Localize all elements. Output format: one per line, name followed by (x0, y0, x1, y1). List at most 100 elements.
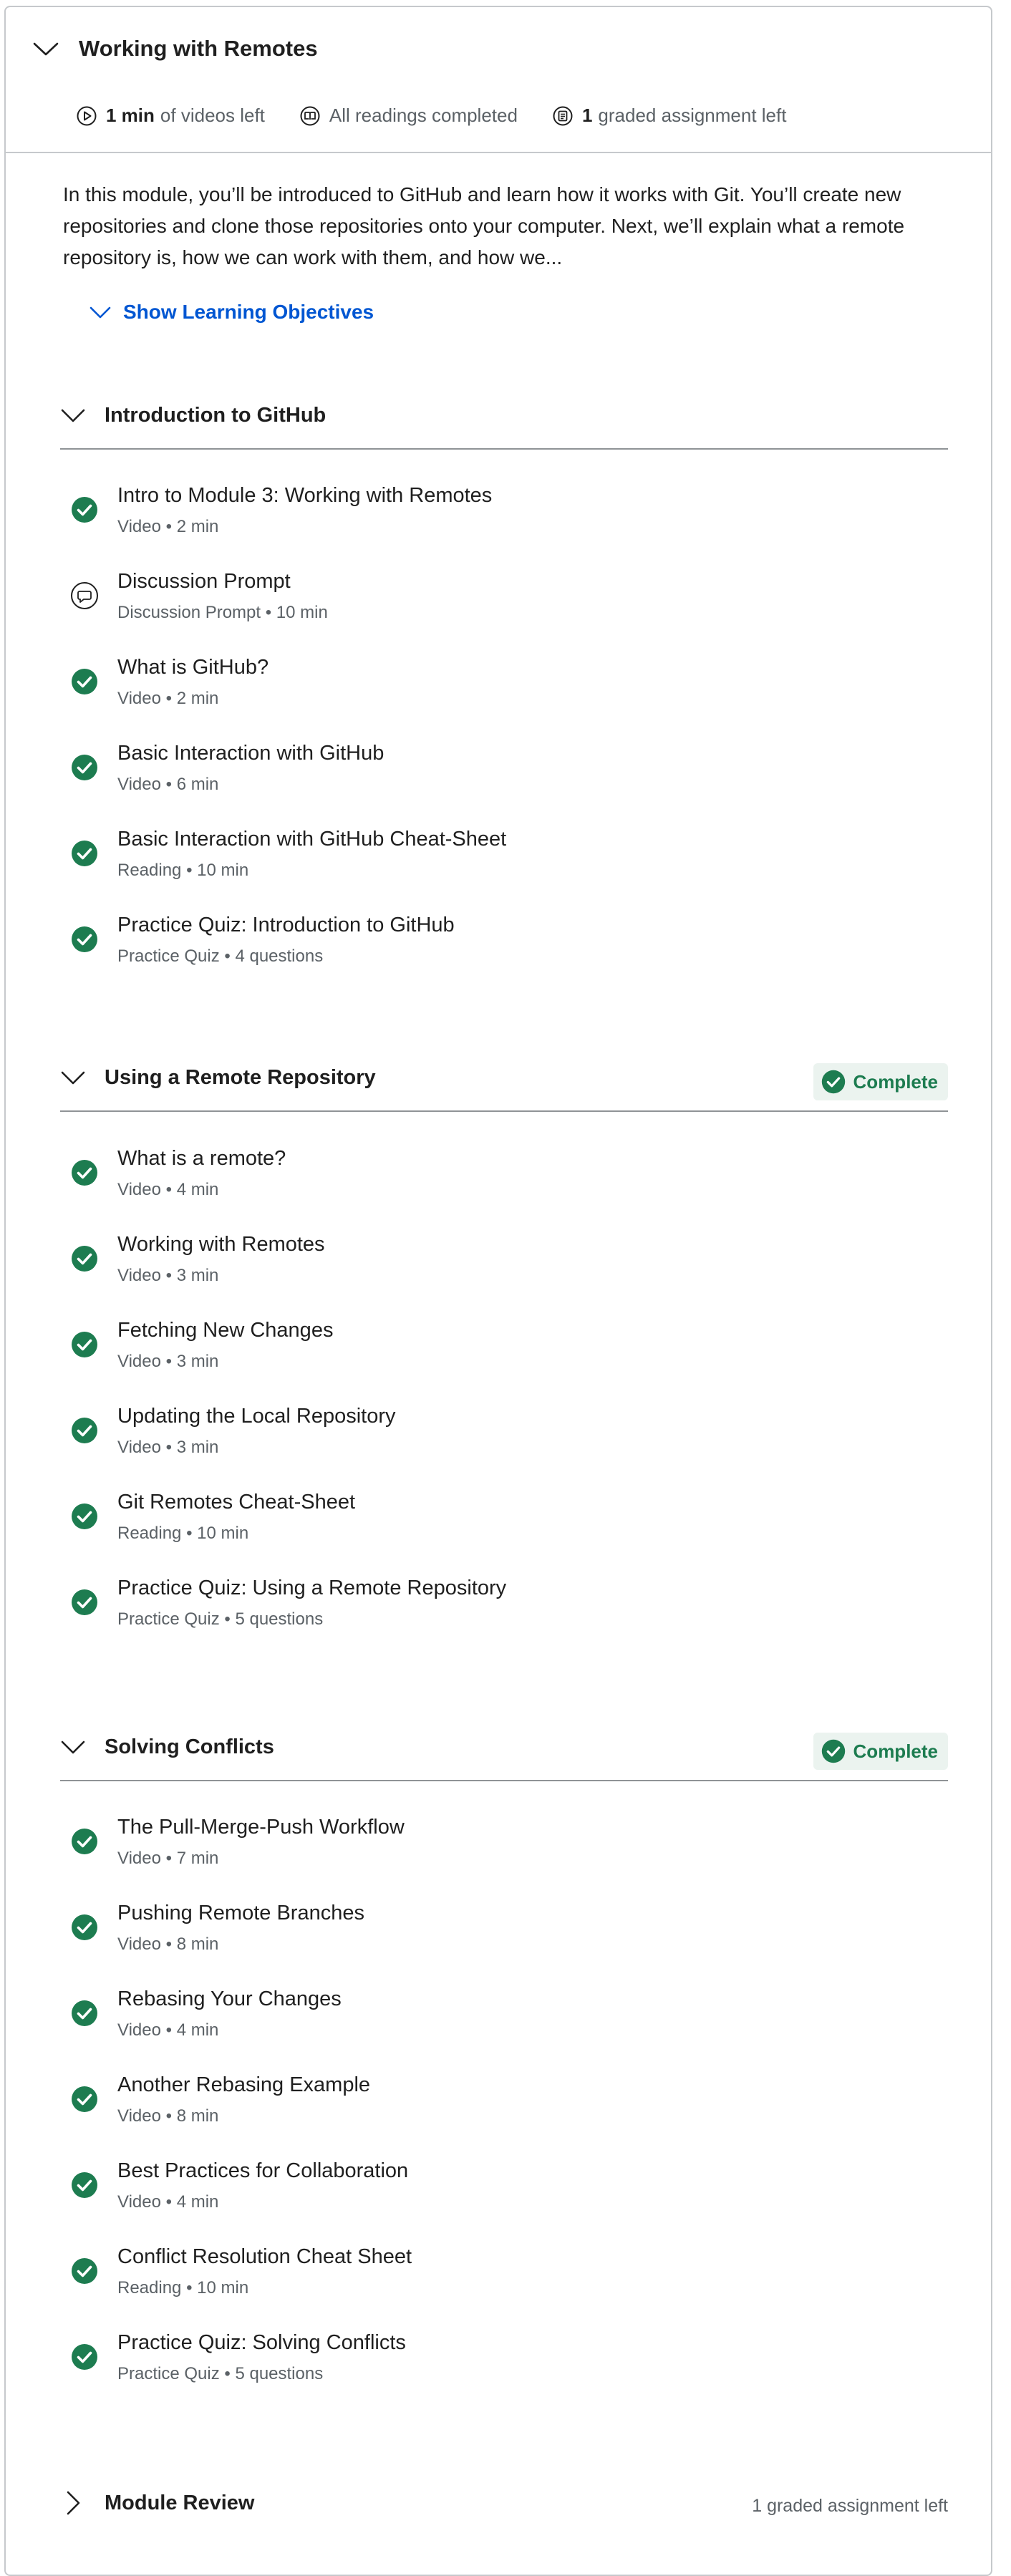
item-meta: Video • 3 min (117, 1352, 219, 1371)
item-meta: Reading • 10 min (117, 1524, 249, 1543)
assignment-circle-icon (553, 106, 573, 125)
list-item[interactable]: Pushing Remote Branches Video • 8 min (70, 1899, 929, 1977)
item-meta: Video • 3 min (117, 1438, 219, 1457)
stat-videos-text: of videos left (160, 105, 265, 126)
section-header[interactable]: Introduction to GitHub (60, 387, 948, 450)
list-item[interactable]: What is GitHub? Video • 2 min (70, 653, 929, 732)
list-item[interactable]: Another Rebasing Example Video • 8 min (70, 2071, 929, 2149)
check-circle-icon (72, 1589, 97, 1615)
item-meta: Video • 3 min (117, 1266, 219, 1285)
chevron-down-icon (61, 409, 85, 422)
stat-videos-value: 1 min (106, 105, 155, 126)
item-title: Another Rebasing Example (117, 2073, 371, 2096)
section-complete-badge: Complete (813, 1733, 948, 1770)
item-meta: Practice Quiz • 5 questions (117, 1609, 324, 1629)
module-card: Working with Remotes 1 min of videos lef… (4, 6, 992, 2576)
check-circle-icon (821, 1739, 845, 1763)
play-circle-icon (77, 106, 97, 125)
list-item[interactable]: Fetching New Changes Video • 3 min (70, 1316, 929, 1395)
item-title: Basic Interaction with GitHub (117, 742, 384, 765)
list-item[interactable]: Practice Quiz: Introduction to GitHub Pra… (70, 911, 929, 989)
item-meta: Video • 6 min (117, 775, 219, 794)
item-meta: Video • 8 min (117, 2106, 219, 2126)
section-toggle[interactable]: Introduction to GitHub (60, 402, 326, 428)
module-header[interactable]: Working with Remotes 1 min of videos lef… (6, 7, 991, 153)
review-assignment-status: 1 graded assignment left (752, 2496, 948, 2516)
stat-graded-value: 1 (581, 105, 593, 126)
discussion-icon (71, 582, 98, 609)
module-title: Working with Remotes (79, 36, 318, 61)
check-circle-icon (72, 926, 97, 952)
list-item[interactable]: Updating the Local Repository Video • 3 m… (70, 1402, 929, 1481)
item-title: Working with Remotes (117, 1233, 325, 1256)
badge-label: Complete (853, 1740, 938, 1762)
check-circle-icon (72, 755, 97, 780)
item-meta: Video • 2 min (117, 689, 219, 708)
item-title: Practice Quiz: Solving Conflicts (117, 2331, 406, 2354)
check-circle-icon (72, 1418, 97, 1443)
section-toggle[interactable]: Module Review (60, 2490, 255, 2516)
check-circle-icon (72, 2344, 97, 2370)
item-title: Intro to Module 3: Working with Remotes (117, 484, 493, 507)
check-circle-icon (72, 841, 97, 866)
item-meta: Video • 2 min (117, 517, 219, 536)
item-title: Fetching New Changes (117, 1319, 334, 1342)
item-title: Basic Interaction with GitHub Cheat-Shee… (117, 828, 507, 851)
list-item[interactable]: Git Remotes Cheat-Sheet Reading • 10 min (70, 1488, 929, 1567)
item-title: Best Practices for Collaboration (117, 2159, 409, 2182)
list-item[interactable]: The Pull-Merge-Push Workflow Video • 7 mi… (70, 1813, 929, 1892)
section-toggle[interactable]: Solving Conflicts (60, 1734, 274, 1760)
list-item[interactable]: Basic Interaction with GitHub Cheat-Shee… (70, 825, 929, 904)
list-item[interactable]: Intro to Module 3: Working with Remotes V… (70, 481, 929, 560)
check-circle-icon (72, 1914, 97, 1940)
item-title: Rebasing Your Changes (117, 1987, 342, 2010)
list-item[interactable]: Practice Quiz: Solving Conflicts Practice… (70, 2328, 929, 2407)
section-module-review[interactable]: Module Review 1 graded assignment left (60, 2483, 948, 2526)
book-circle-icon (300, 106, 320, 125)
item-meta: Practice Quiz • 5 questions (117, 2364, 324, 2383)
item-meta: Video • 4 min (117, 2020, 219, 2040)
list-item[interactable]: Rebasing Your Changes Video • 4 min (70, 1985, 929, 2063)
chevron-down-icon (61, 1740, 85, 1754)
item-title: Discussion Prompt (117, 570, 291, 593)
list-item[interactable]: What is a remote? Video • 4 min (70, 1144, 929, 1223)
stat-readings-text: All readings completed (329, 105, 518, 126)
list-item[interactable]: Conflict Resolution Cheat Sheet Reading •… (70, 2242, 929, 2321)
list-item[interactable]: Discussion Prompt Discussion Prompt • 10 … (70, 567, 929, 646)
section-title: Solving Conflicts (105, 1735, 274, 1758)
chevron-down-icon (61, 1071, 85, 1085)
show-learning-objectives-button[interactable]: Show Learning Objectives (89, 301, 374, 324)
chevron-right-icon (67, 2491, 80, 2515)
item-title: Practice Quiz: Using a Remote Repository (117, 1577, 507, 1599)
item-title: The Pull-Merge-Push Workflow (117, 1816, 405, 1839)
check-circle-icon (72, 497, 97, 523)
item-meta: Practice Quiz • 4 questions (117, 946, 324, 966)
stat-videos: 1 min of videos left (76, 105, 265, 127)
section-title: Using a Remote Repository (105, 1065, 376, 1089)
item-meta: Video • 8 min (117, 1935, 219, 1954)
section-toggle[interactable]: Using a Remote Repository (60, 1065, 376, 1090)
section-header[interactable]: Solving Conflicts Complete (60, 1718, 948, 1781)
badge-label: Complete (853, 1070, 938, 1093)
item-title: Updating the Local Repository (117, 1405, 396, 1428)
item-meta: Video • 4 min (117, 1180, 219, 1199)
item-meta: Reading • 10 min (117, 2278, 249, 2297)
module-title-row[interactable]: Working with Remotes (32, 34, 318, 63)
chevron-down-icon (33, 42, 59, 56)
list-item[interactable]: Basic Interaction with GitHub Video • 6 m… (70, 739, 929, 818)
list-item[interactable]: Best Practices for Collaboration Video • … (70, 2156, 929, 2235)
check-circle-icon (72, 1504, 97, 1529)
list-item[interactable]: Practice Quiz: Using a Remote Repository… (70, 1574, 929, 1652)
check-circle-icon (72, 2086, 97, 2112)
item-title: Git Remotes Cheat-Sheet (117, 1491, 356, 1514)
list-item[interactable]: Working with Remotes Video • 3 min (70, 1230, 929, 1309)
item-title: Conflict Resolution Cheat Sheet (117, 2245, 412, 2268)
section-title: Module Review (105, 2491, 255, 2514)
item-meta: Reading • 10 min (117, 861, 249, 880)
check-circle-icon (72, 669, 97, 694)
section-header[interactable]: Using a Remote Repository Complete (60, 1049, 948, 1112)
check-circle-icon (72, 1246, 97, 1272)
item-title: What is GitHub? (117, 656, 269, 679)
check-circle-icon (72, 1829, 97, 1854)
section-title: Introduction to GitHub (105, 403, 326, 427)
